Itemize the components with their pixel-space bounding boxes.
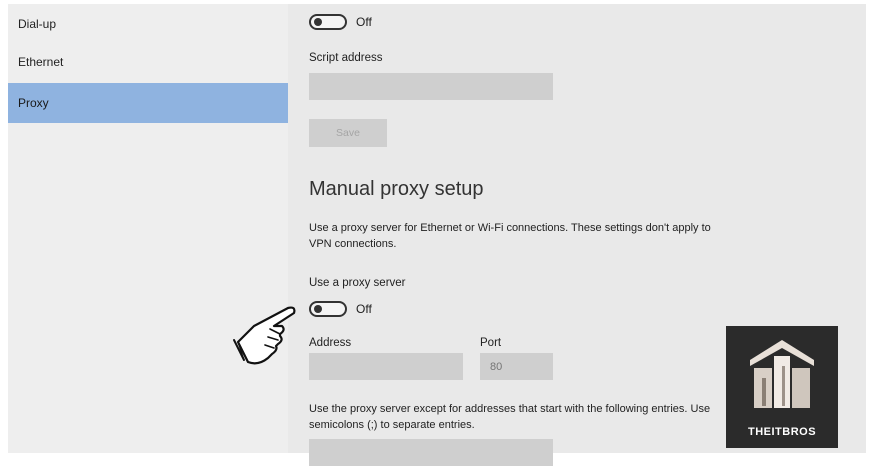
manual-proxy-heading: Manual proxy setup: [309, 178, 484, 200]
theitbros-logo: THEITBROS: [726, 326, 838, 448]
exceptions-description: Use the proxy server except for addresse…: [309, 403, 711, 431]
setup-script-toggle[interactable]: [309, 14, 347, 30]
setup-script-toggle-state: Off: [356, 15, 372, 29]
sidebar-item-ethernet[interactable]: Ethernet: [8, 42, 288, 82]
script-address-label: Script address: [309, 52, 383, 64]
toggle-knob: [314, 305, 322, 313]
address-label: Address: [309, 337, 352, 349]
sidebar-item-label: Dial-up: [18, 17, 57, 31]
port-input[interactable]: [480, 353, 553, 380]
sidebar-item-label: Ethernet: [18, 55, 64, 69]
use-proxy-toggle[interactable]: [309, 301, 347, 317]
toggle-knob: [314, 18, 322, 26]
sidebar-item-label: Proxy: [18, 96, 49, 110]
use-proxy-toggle-state: Off: [356, 302, 372, 316]
sidebar: Dial-up Ethernet Proxy: [8, 4, 288, 453]
port-label: Port: [480, 337, 502, 349]
manual-proxy-description: Use a proxy server for Ethernet or Wi-Fi…: [309, 222, 711, 250]
building-logo-icon: [750, 340, 814, 408]
save-button-label: Save: [336, 127, 360, 139]
use-proxy-label: Use a proxy server: [309, 277, 406, 289]
script-address-input[interactable]: [309, 73, 553, 100]
address-input[interactable]: [309, 353, 463, 380]
pointing-hand-icon: [233, 306, 296, 365]
sidebar-item-dial-up[interactable]: Dial-up: [8, 4, 288, 44]
sidebar-item-proxy[interactable]: Proxy: [8, 83, 288, 123]
logo-brand-text: THEITBROS: [747, 426, 817, 438]
save-button[interactable]: Save: [309, 119, 387, 147]
